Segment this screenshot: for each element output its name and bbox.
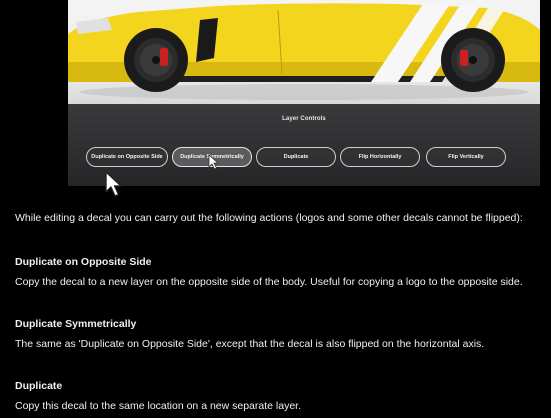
game-preview: Layer Controls Duplicate on Opposite Sid… — [68, 0, 540, 186]
flip-vertically-button[interactable]: Flip Vertically — [426, 147, 506, 167]
section-body: Copy the decal to a new layer on the opp… — [15, 276, 523, 288]
duplicate-opposite-side-button[interactable]: Duplicate on Opposite Side — [86, 147, 168, 167]
section-heading: Duplicate — [15, 380, 63, 392]
section-heading: Duplicate Symmetrically — [15, 318, 137, 330]
duplicate-button[interactable]: Duplicate — [256, 147, 336, 167]
flip-horizontally-button[interactable]: Flip Horizontally — [340, 147, 420, 167]
layer-controls-panel: Layer Controls Duplicate on Opposite Sid… — [68, 104, 540, 186]
intro-text: While editing a decal you can carry out … — [15, 212, 523, 224]
car-preview — [68, 0, 540, 104]
section-body: Copy this decal to the same location on … — [15, 400, 302, 412]
game-cursor-icon — [208, 154, 220, 170]
mouse-pointer-icon — [105, 171, 122, 197]
section-heading: Duplicate on Opposite Side — [15, 256, 152, 268]
panel-title: Layer Controls — [282, 116, 326, 122]
car-illustration — [68, 3, 540, 100]
section-body: The same as 'Duplicate on Opposite Side'… — [15, 338, 485, 350]
